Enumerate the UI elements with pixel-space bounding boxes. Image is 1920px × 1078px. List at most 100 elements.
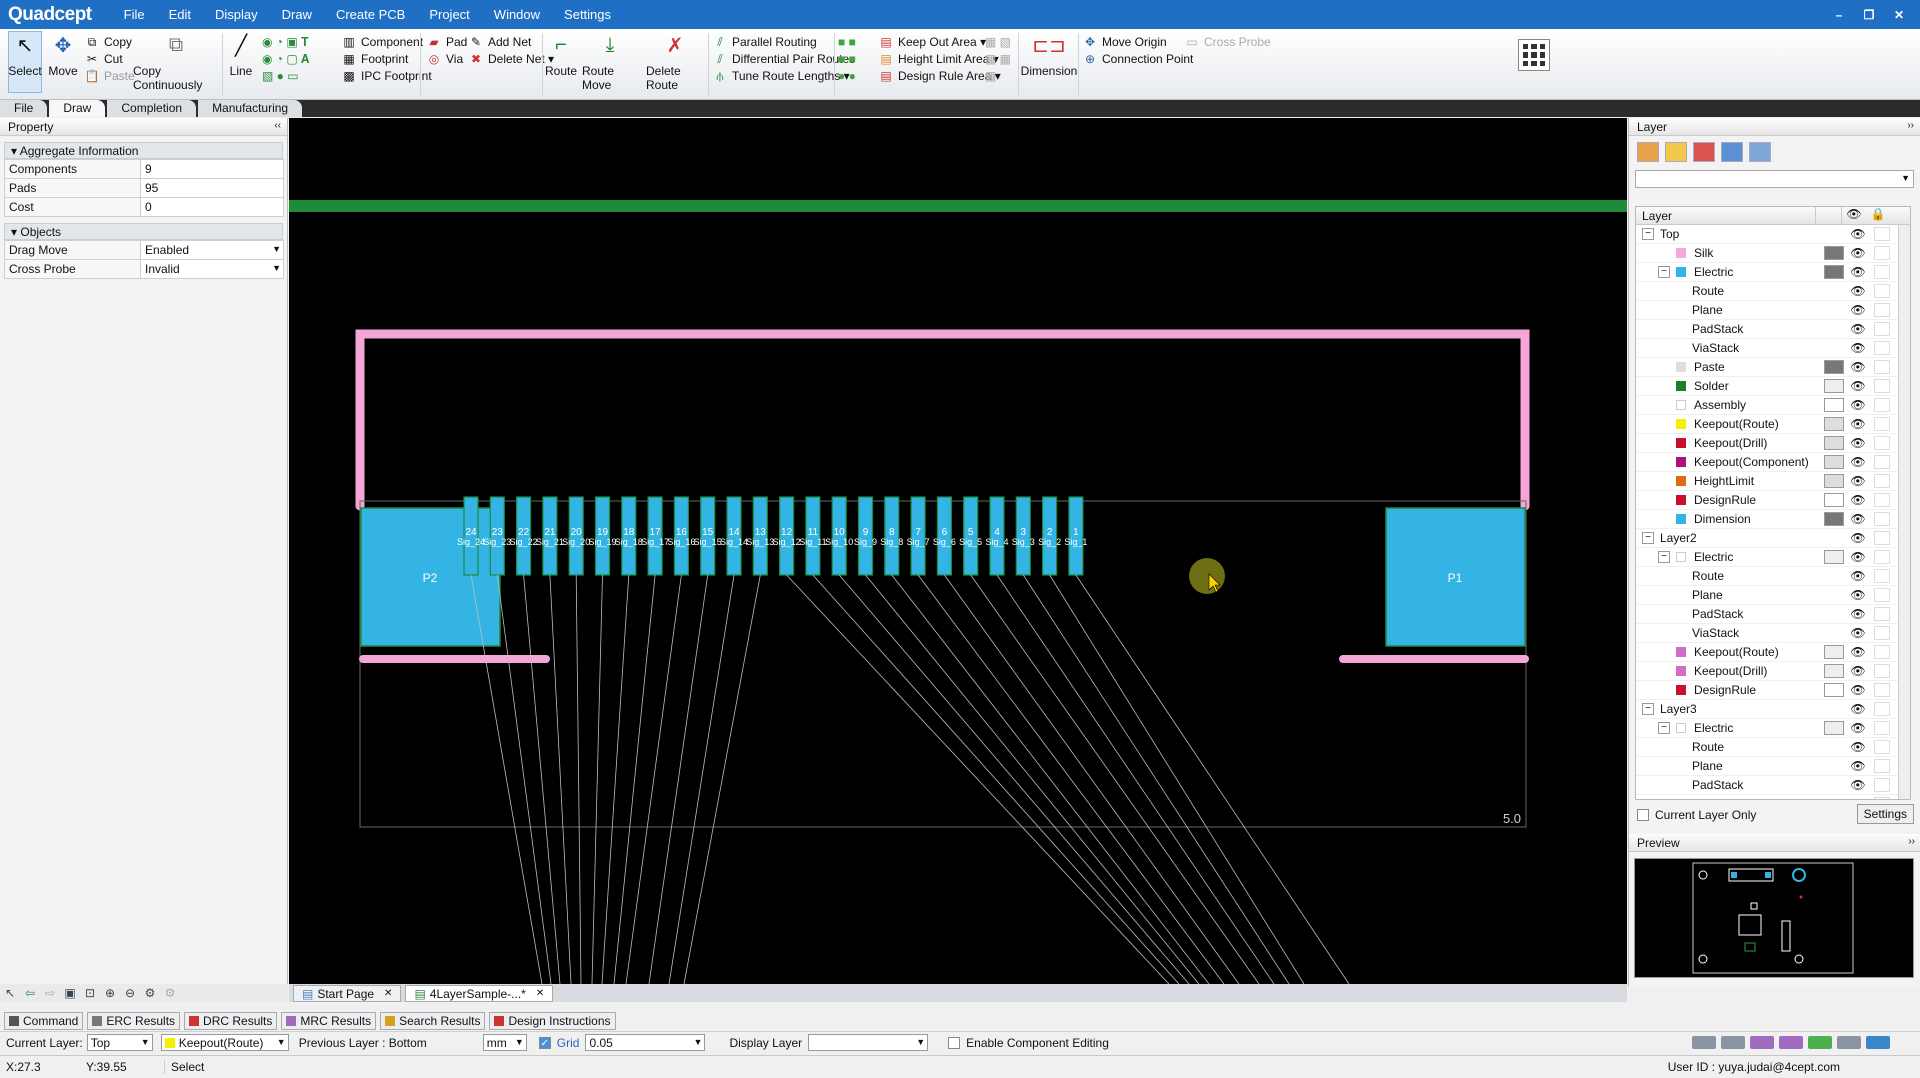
- layer-row[interactable]: Silk 👁: [1636, 244, 1910, 263]
- layer-row[interactable]: − Electric 👁: [1636, 719, 1910, 738]
- layer-color-swatch[interactable]: [1676, 400, 1686, 410]
- tab-manufacturing[interactable]: Manufacturing: [198, 100, 303, 117]
- tab-file[interactable]: File: [0, 100, 48, 117]
- restore-button[interactable]: ❐: [1854, 8, 1884, 22]
- layer-lock-toggle[interactable]: [1874, 512, 1890, 526]
- tab-draw[interactable]: Draw: [49, 100, 106, 117]
- layer-lock-toggle[interactable]: [1874, 797, 1890, 799]
- output-icon[interactable]: [1692, 1036, 1716, 1049]
- eye-icon[interactable]: 👁: [1850, 683, 1866, 697]
- layer-row[interactable]: − Electric 👁: [1636, 263, 1910, 282]
- layer-row[interactable]: − Layer3 👁: [1636, 700, 1910, 719]
- results-tab-drc-results[interactable]: DRC Results: [184, 1012, 278, 1030]
- layer-row[interactable]: Plane 👁: [1636, 586, 1910, 605]
- zoom-out-icon[interactable]: ⊖: [120, 986, 140, 1000]
- area-tools-3[interactable]: ● ●: [838, 69, 856, 83]
- layer-row[interactable]: − Electric 👁: [1636, 548, 1910, 567]
- layer-lock-toggle[interactable]: [1874, 550, 1890, 564]
- eye-icon[interactable]: 👁: [1850, 246, 1866, 260]
- eye-icon[interactable]: 👁: [1850, 322, 1866, 336]
- layer-row[interactable]: PadStack 👁: [1636, 320, 1910, 339]
- layer-lock-toggle[interactable]: [1874, 759, 1890, 773]
- layer-row[interactable]: Plane 👁: [1636, 757, 1910, 776]
- layer-row[interactable]: Route 👁: [1636, 567, 1910, 586]
- pcb-drawing[interactable]: P2 P1 24Sig_2423Sig_2322Sig_2221Sig_2120…: [289, 118, 1627, 984]
- layer-scrollbar[interactable]: [1898, 225, 1910, 799]
- collapse-icon[interactable]: ››: [1908, 836, 1915, 847]
- current-layer-only-checkbox[interactable]: [1637, 809, 1649, 821]
- move-origin-button[interactable]: ✥ Move Origin: [1082, 35, 1167, 49]
- layer-row[interactable]: PadStack 👁: [1636, 776, 1910, 795]
- eye-icon[interactable]: 👁: [1850, 493, 1866, 507]
- layer-lock-toggle[interactable]: [1874, 284, 1890, 298]
- layer-row[interactable]: Solder 👁: [1636, 377, 1910, 396]
- layer-lock-toggle[interactable]: [1874, 588, 1890, 602]
- layer-row[interactable]: Plane 👁: [1636, 301, 1910, 320]
- eye-icon[interactable]: 👁: [1850, 664, 1866, 678]
- menu-draw[interactable]: Draw: [270, 7, 324, 22]
- collapse-toggle-icon[interactable]: −: [1658, 266, 1670, 278]
- layer-lock-toggle[interactable]: [1874, 398, 1890, 412]
- grid-value-select[interactable]: 0.05 ▼: [585, 1034, 706, 1051]
- shape-tools-3[interactable]: ▧ ● ▭: [262, 69, 299, 83]
- pointer-icon[interactable]: ↖: [0, 986, 20, 1000]
- output-icon[interactable]: [1779, 1036, 1803, 1049]
- eye-icon[interactable]: 👁: [1850, 455, 1866, 469]
- grid-checkbox[interactable]: ✓: [538, 1036, 551, 1049]
- eye-icon[interactable]: 👁: [1850, 607, 1866, 621]
- layer-preset-select[interactable]: ▼: [1635, 170, 1914, 188]
- layer-color-swatch[interactable]: [1676, 552, 1686, 562]
- eye-icon[interactable]: 👁: [1850, 759, 1866, 773]
- layer-fill-pattern[interactable]: [1824, 379, 1844, 393]
- layer-row[interactable]: Assembly 👁: [1636, 396, 1910, 415]
- layer-row[interactable]: Keepout(Component) 👁: [1636, 453, 1910, 472]
- pcb-canvas[interactable]: P2 P1 24 Sig_24 23 Sig_23 22 Sig_22 21 Sig_21 20…: [289, 118, 1627, 984]
- layer-row[interactable]: − Top 👁: [1636, 225, 1910, 244]
- layer-fill-pattern[interactable]: [1824, 246, 1844, 260]
- area-tools[interactable]: ■ ■: [838, 35, 856, 49]
- save-icon[interactable]: ▣: [60, 986, 80, 1000]
- eye-icon[interactable]: 👁: [1850, 740, 1866, 754]
- layer-lock-toggle[interactable]: [1874, 436, 1890, 450]
- layer-fill-pattern[interactable]: [1824, 360, 1844, 374]
- eye-icon[interactable]: 👁: [1850, 531, 1866, 545]
- layer-lock-toggle[interactable]: [1874, 626, 1890, 640]
- collapse-toggle-icon[interactable]: −: [1642, 703, 1654, 715]
- layer-color-swatch[interactable]: [1676, 647, 1686, 657]
- layer-lock-toggle[interactable]: [1874, 474, 1890, 488]
- objects-section-header[interactable]: ▾ Objects: [4, 223, 283, 240]
- layer-row[interactable]: − Layer2 👁: [1636, 529, 1910, 548]
- layer-lock-toggle[interactable]: [1874, 303, 1890, 317]
- layer-lock-toggle[interactable]: [1874, 341, 1890, 355]
- layer-fill-pattern[interactable]: [1824, 493, 1844, 507]
- eye-icon[interactable]: 👁: [1850, 721, 1866, 735]
- output-icon[interactable]: [1721, 1036, 1745, 1049]
- layer-settings-button[interactable]: Settings: [1856, 804, 1914, 824]
- layer-row[interactable]: ViaStack 👁: [1636, 339, 1910, 358]
- component-button[interactable]: ▥ Component: [341, 35, 423, 49]
- layer-fill-pattern[interactable]: [1824, 512, 1844, 526]
- collapse-toggle-icon[interactable]: −: [1658, 722, 1670, 734]
- layer-lock-toggle[interactable]: [1874, 702, 1890, 716]
- eye-icon[interactable]: 👁: [1850, 379, 1866, 393]
- layer-row[interactable]: DesignRule 👁: [1636, 681, 1910, 700]
- layer-lock-toggle[interactable]: [1874, 607, 1890, 621]
- eye-icon[interactable]: 👁: [1850, 588, 1866, 602]
- layer-row[interactable]: Route 👁: [1636, 282, 1910, 301]
- layer-lock-toggle[interactable]: [1874, 569, 1890, 583]
- gear-disabled-icon[interactable]: ⚙: [160, 986, 180, 1000]
- layer-row[interactable]: Paste 👁: [1636, 358, 1910, 377]
- layer-fill-pattern[interactable]: [1824, 265, 1844, 279]
- pad-button[interactable]: ▰ Pad: [426, 35, 467, 49]
- current-layer-select[interactable]: Top ▼: [86, 1034, 153, 1051]
- layer-fill-pattern[interactable]: [1824, 645, 1844, 659]
- eye-icon[interactable]: 👁: [1850, 797, 1866, 799]
- layer-fill-pattern[interactable]: [1824, 550, 1844, 564]
- eye-icon[interactable]: 👁: [1850, 360, 1866, 374]
- footprint-button[interactable]: ▦ Footprint: [341, 52, 408, 66]
- layer-lock-toggle[interactable]: [1874, 740, 1890, 754]
- layer-row[interactable]: Keepout(Drill) 👁: [1636, 662, 1910, 681]
- layer-color-swatch[interactable]: [1676, 666, 1686, 676]
- copy-continuously-button[interactable]: ⧉ Copy Continuously: [133, 32, 219, 93]
- gear-icon[interactable]: ⚙: [140, 986, 160, 1000]
